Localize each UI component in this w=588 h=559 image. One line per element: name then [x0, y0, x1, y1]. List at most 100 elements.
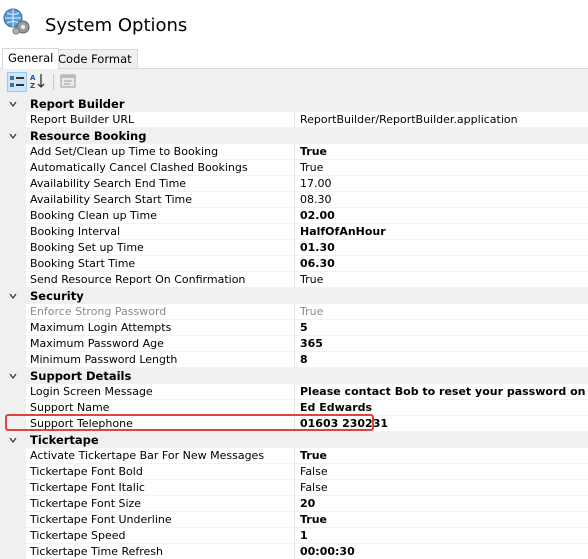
property-row[interactable]: Enforce Strong Password True — [0, 304, 588, 320]
property-name[interactable]: Add Set/Clean up Time to Booking — [26, 144, 295, 160]
property-row[interactable]: Tickertape Font Bold False — [0, 464, 588, 480]
property-name[interactable]: Send Resource Report On Confirmation — [26, 272, 295, 288]
property-row[interactable]: Availability Search Start Time 08.30 — [0, 192, 588, 208]
property-row[interactable]: Booking Set up Time 01.30 — [0, 240, 588, 256]
property-row[interactable]: Send Resource Report On Confirmation True — [0, 272, 588, 288]
property-row[interactable]: Availability Search End Time 17.00 — [0, 176, 588, 192]
property-value[interactable]: True — [296, 160, 588, 176]
property-value[interactable]: 1 — [296, 528, 588, 544]
collapse-chevron-icon[interactable] — [9, 372, 17, 380]
categorized-view-icon — [10, 76, 24, 87]
category-label: Report Builder — [30, 97, 125, 111]
category-row[interactable]: Report Builder — [0, 96, 588, 112]
property-pages-button[interactable] — [59, 72, 79, 92]
property-name[interactable]: Tickertape Font Size — [26, 496, 295, 512]
property-name[interactable]: Tickertape Time Refresh — [26, 544, 295, 559]
row-gutter — [0, 176, 26, 192]
category-label: Tickertape — [30, 433, 99, 447]
property-value[interactable]: 8 — [296, 352, 588, 368]
property-row[interactable]: Support Name Ed Edwards — [0, 400, 588, 416]
property-name[interactable]: Booking Set up Time — [26, 240, 295, 256]
category-row[interactable]: Support Details — [0, 368, 588, 384]
property-row[interactable]: Tickertape Speed 1 — [0, 528, 588, 544]
category-row[interactable]: Resource Booking — [0, 128, 588, 144]
property-value[interactable]: 06.30 — [296, 256, 588, 272]
property-value[interactable]: Please contact Bob to reset your passwor… — [296, 384, 588, 400]
property-value[interactable]: 00:00:30 — [296, 544, 588, 559]
property-value[interactable]: 01603 230231 — [296, 416, 588, 432]
row-gutter — [0, 480, 26, 496]
property-value[interactable]: ReportBuilder/ReportBuilder.application — [296, 112, 588, 128]
categorized-view-button[interactable] — [7, 72, 27, 92]
property-name[interactable]: Maximum Login Attempts — [26, 320, 295, 336]
collapse-chevron-icon[interactable] — [9, 132, 17, 140]
property-name[interactable]: Support Telephone — [26, 416, 295, 432]
tab-code-format[interactable]: Code Format — [52, 49, 138, 68]
property-value[interactable]: 365 — [296, 336, 588, 352]
property-row[interactable]: Booking Interval HalfOfAnHour — [0, 224, 588, 240]
property-value[interactable]: 08.30 — [296, 192, 588, 208]
property-value[interactable]: False — [296, 480, 588, 496]
property-value[interactable]: 17.00 — [296, 176, 588, 192]
alphabetical-sort-icon: A Z — [30, 74, 45, 90]
property-row[interactable]: Report Builder URL ReportBuilder/ReportBu… — [0, 112, 588, 128]
category-row[interactable]: Tickertape — [0, 432, 588, 448]
property-value[interactable]: 02.00 — [296, 208, 588, 224]
property-row[interactable]: Tickertape Time Refresh 00:00:30 — [0, 544, 588, 559]
property-value[interactable]: True — [296, 144, 588, 160]
property-value[interactable]: True — [296, 272, 588, 288]
property-row[interactable]: Login Screen Message Please contact Bob t… — [0, 384, 588, 400]
property-value[interactable]: Ed Edwards — [296, 400, 588, 416]
row-gutter — [0, 112, 26, 128]
property-row[interactable]: Booking Start Time 06.30 — [0, 256, 588, 272]
svg-text:Z: Z — [30, 82, 35, 90]
property-name[interactable]: Activate Tickertape Bar For New Messages — [26, 448, 295, 464]
property-name[interactable]: Tickertape Font Italic — [26, 480, 295, 496]
property-row[interactable]: Maximum Login Attempts 5 — [0, 320, 588, 336]
collapse-chevron-icon[interactable] — [9, 436, 17, 444]
property-name[interactable]: Availability Search Start Time — [26, 192, 295, 208]
alphabetical-sort-button[interactable]: A Z — [29, 72, 49, 92]
property-value[interactable]: False — [296, 464, 588, 480]
property-row[interactable]: Booking Clean up Time 02.00 — [0, 208, 588, 224]
property-name[interactable]: Maximum Password Age — [26, 336, 295, 352]
property-row[interactable]: Support Telephone 01603 230231 — [0, 416, 588, 432]
property-value[interactable]: 20 — [296, 496, 588, 512]
property-name[interactable]: Booking Interval — [26, 224, 295, 240]
property-name[interactable]: Login Screen Message — [26, 384, 295, 400]
category-row[interactable]: Security — [0, 288, 588, 304]
property-value[interactable]: HalfOfAnHour — [296, 224, 588, 240]
svg-text:A: A — [30, 74, 36, 82]
property-name[interactable]: Booking Clean up Time — [26, 208, 295, 224]
property-name[interactable]: Automatically Cancel Clashed Bookings — [26, 160, 295, 176]
property-value[interactable]: True — [296, 304, 588, 320]
property-value[interactable]: True — [296, 448, 588, 464]
property-row[interactable]: Automatically Cancel Clashed Bookings Tru… — [0, 160, 588, 176]
property-name[interactable]: Booking Start Time — [26, 256, 295, 272]
property-value[interactable]: True — [296, 512, 588, 528]
collapse-chevron-icon[interactable] — [9, 100, 17, 108]
collapse-chevron-icon[interactable] — [9, 292, 17, 300]
property-row[interactable]: Tickertape Font Italic False — [0, 480, 588, 496]
property-row[interactable]: Maximum Password Age 365 — [0, 336, 588, 352]
property-row[interactable]: Tickertape Font Underline True — [0, 512, 588, 528]
row-gutter — [0, 544, 26, 559]
property-name[interactable]: Report Builder URL — [26, 112, 295, 128]
property-row[interactable]: Add Set/Clean up Time to Booking True — [0, 144, 588, 160]
property-name[interactable]: Tickertape Font Bold — [26, 464, 295, 480]
property-name[interactable]: Support Name — [26, 400, 295, 416]
property-name[interactable]: Minimum Password Length — [26, 352, 295, 368]
property-row[interactable]: Tickertape Font Size 20 — [0, 496, 588, 512]
property-name[interactable]: Tickertape Speed — [26, 528, 295, 544]
row-gutter — [0, 512, 26, 528]
property-name[interactable]: Enforce Strong Password — [26, 304, 295, 320]
property-row[interactable]: Activate Tickertape Bar For New Messages… — [0, 448, 588, 464]
property-value[interactable]: 01.30 — [296, 240, 588, 256]
tab-general[interactable]: General — [2, 48, 60, 69]
property-row[interactable]: Minimum Password Length 8 — [0, 352, 588, 368]
toolbar-separator — [53, 74, 54, 90]
property-name[interactable]: Availability Search End Time — [26, 176, 295, 192]
property-name[interactable]: Tickertape Font Underline — [26, 512, 295, 528]
row-gutter — [0, 352, 26, 368]
property-value[interactable]: 5 — [296, 320, 588, 336]
